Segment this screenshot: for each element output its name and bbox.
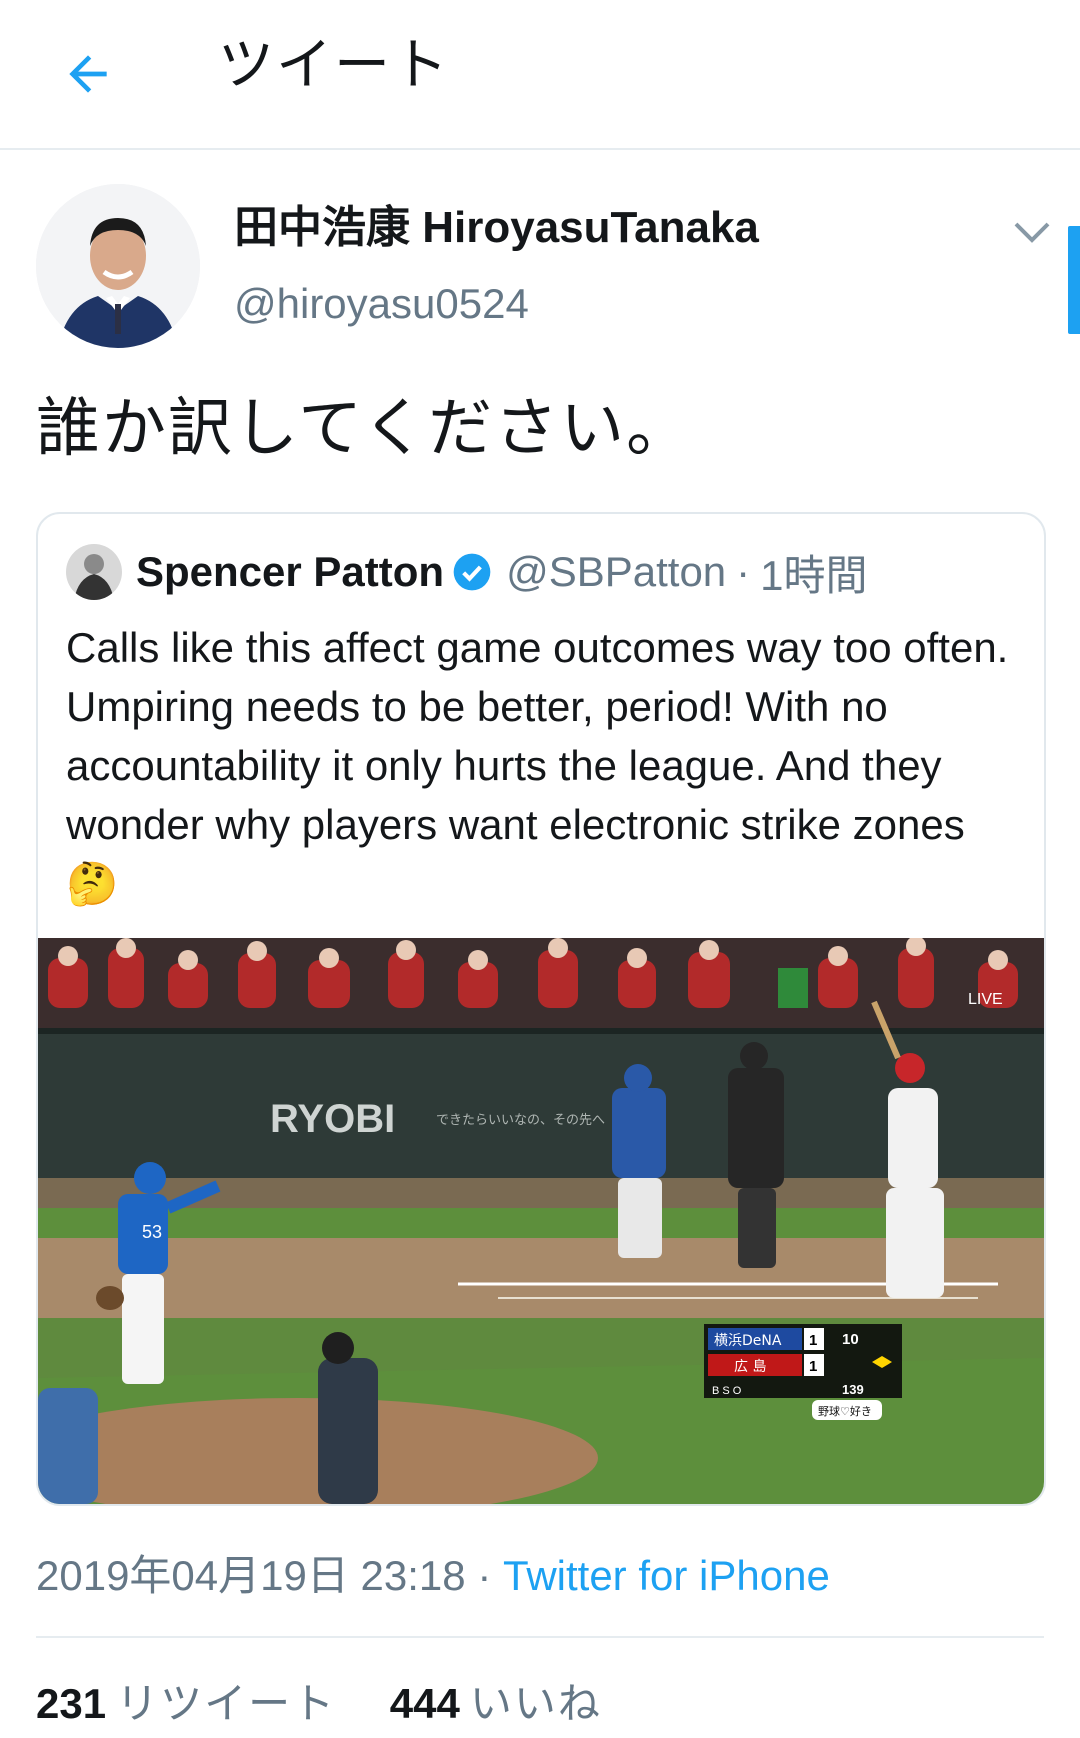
svg-text:53: 53 (142, 1222, 162, 1242)
verified-badge-icon (453, 553, 491, 591)
tweet-stats: 231 リツイート 444 いいね (36, 1676, 644, 1732)
score-team1-runs: 1 (809, 1332, 817, 1349)
quoted-tweet-card[interactable]: Spencer Patton @SBPatton · 1時間 Calls lik… (36, 512, 1046, 1506)
quoted-tweet-header: Spencer Patton @SBPatton · 1時間 (66, 544, 868, 600)
retweet-count[interactable]: 231 (36, 1680, 106, 1727)
banner-sub: できたらいいなの、その先へ (436, 1113, 605, 1128)
chevron-down-icon[interactable] (1008, 208, 1056, 256)
quoted-tweet-video[interactable]: LIVE RYOBI できたらいいなの、その先へ 53 横浜DeNA 広 島 1… (38, 938, 1044, 1504)
separator-dot: · (477, 1552, 492, 1599)
author-name[interactable]: 田中浩康 HiroyasuTanaka (234, 200, 759, 256)
quoted-author-handle: @SBPatton (506, 548, 727, 595)
page-title: ツイート (218, 33, 450, 96)
arrow-left-icon (69, 55, 107, 93)
divider (36, 1636, 1044, 1638)
tweet-meta: 2019年04月19日 23:18 · Twitter for iPhone (36, 1548, 830, 1604)
score-inning: 10 (842, 1331, 859, 1348)
score-tag: 野球♡好き (818, 1404, 872, 1418)
author-avatar[interactable] (36, 184, 200, 348)
back-button[interactable] (52, 38, 124, 110)
tweet-text: 誰か訳してください。 (36, 392, 693, 464)
quoted-tweet-text: Calls like this affect game outcomes way… (66, 624, 1009, 907)
like-label[interactable]: いいね (470, 1680, 602, 1727)
top-bar: ツイート (0, 0, 1080, 150)
tweet-source-link[interactable]: Twitter for iPhone (503, 1552, 830, 1599)
score-speed: 139 (842, 1382, 864, 1397)
scrollbar[interactable] (1068, 226, 1080, 334)
score-team1: 横浜DeNA (714, 1333, 782, 1349)
retweet-label[interactable]: リツイート (116, 1680, 336, 1727)
score-team2-runs: 1 (809, 1358, 817, 1375)
live-label: LIVE (968, 991, 1003, 1008)
banner-text: RYOBI (270, 1097, 395, 1141)
like-count[interactable]: 444 (390, 1680, 460, 1727)
score-count: B S O (712, 1385, 742, 1397)
author-handle[interactable]: @hiroyasu0524 (234, 276, 529, 332)
quoted-tweet-time: 1時間 (760, 551, 868, 599)
separator-dot: · (736, 548, 751, 595)
score-team2: 広 島 (734, 1359, 766, 1375)
quoted-author-avatar (66, 544, 122, 600)
quoted-author-name: Spencer Patton (136, 548, 445, 595)
tweet-datetime: 2019年04月19日 23:18 (36, 1552, 466, 1599)
